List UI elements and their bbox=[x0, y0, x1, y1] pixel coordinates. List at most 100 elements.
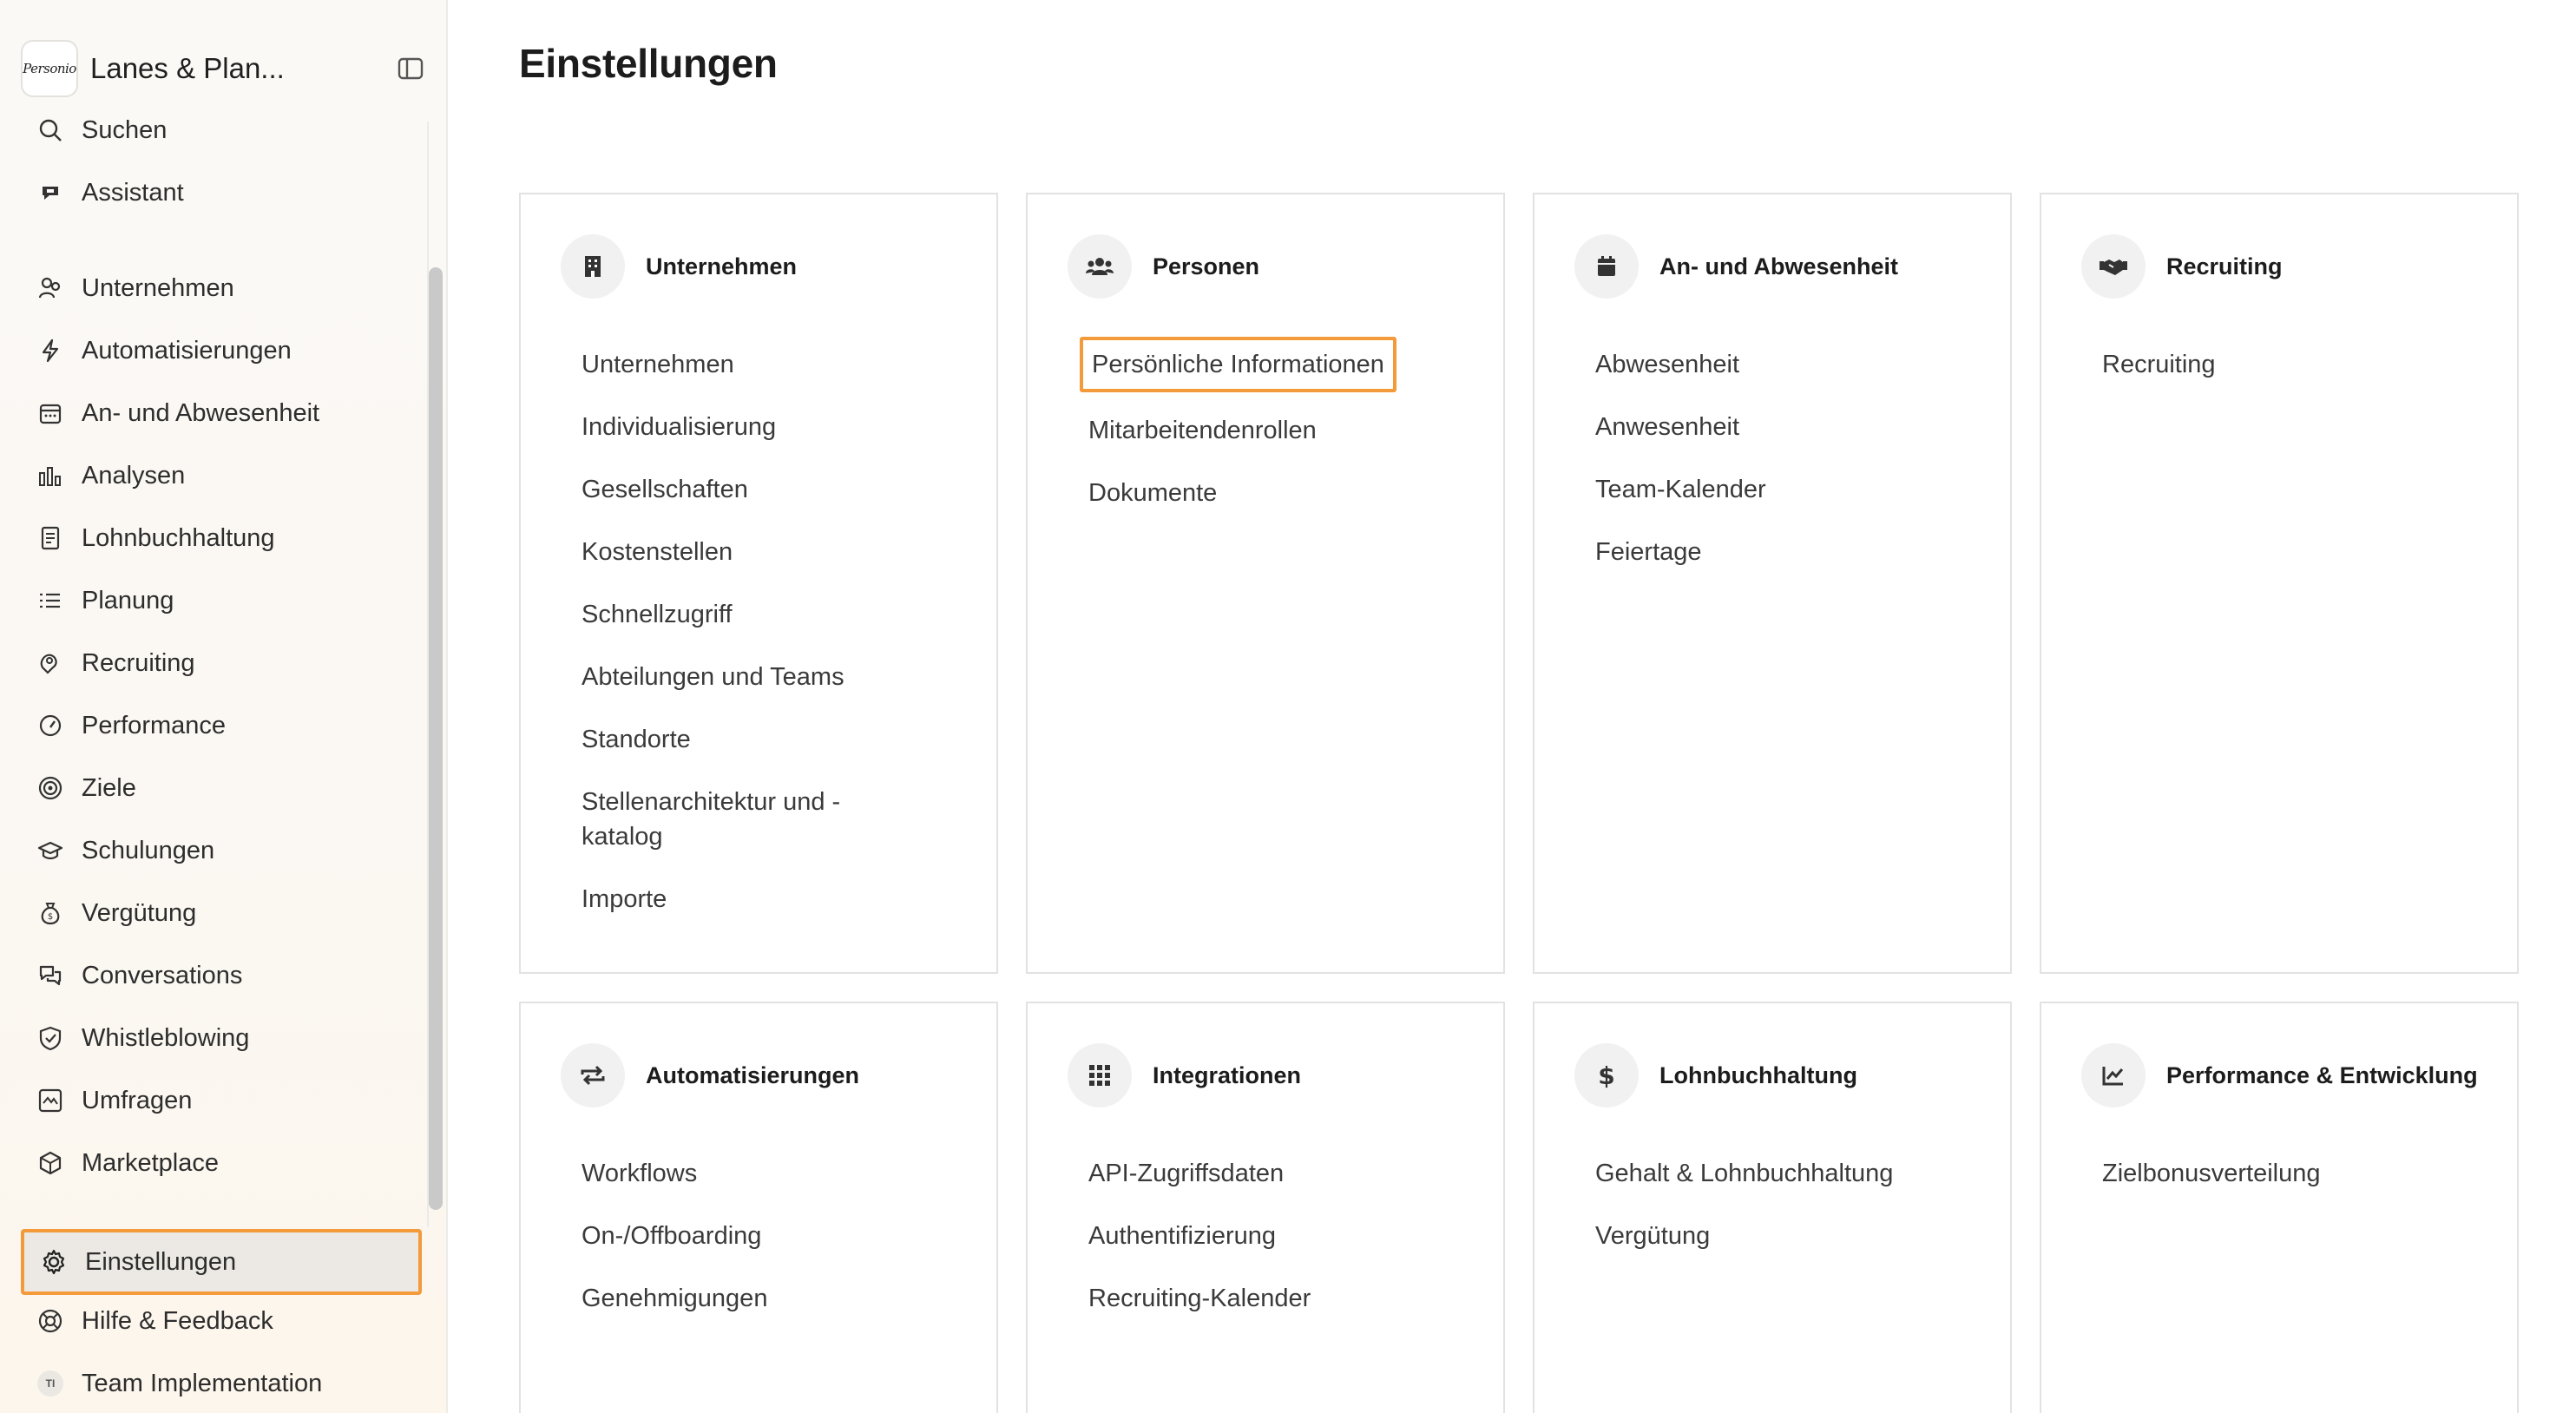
nav-item-recruiting[interactable]: Recruiting bbox=[21, 637, 422, 689]
settings-card-integrationen: Integrationen API-Zugriffsdaten Authenti… bbox=[1026, 1002, 1505, 1413]
workspace-header[interactable]: Personio Lanes & Plan... bbox=[21, 40, 429, 97]
settings-card-recruiting: Recruiting Recruiting bbox=[2040, 193, 2519, 974]
company-logo: Personio bbox=[21, 40, 78, 97]
nav-item-analysen[interactable]: Analysen bbox=[21, 450, 422, 502]
nav-item-automatisierungen[interactable]: Automatisierungen bbox=[21, 325, 422, 377]
svg-text:$: $ bbox=[1598, 1061, 1614, 1089]
settings-link-schnellzugriff[interactable]: Schnellzugriff bbox=[573, 597, 972, 632]
svg-text:$: $ bbox=[48, 912, 53, 922]
target-icon bbox=[35, 772, 66, 804]
settings-link-team-kalender[interactable]: Team-Kalender bbox=[1587, 472, 1986, 507]
settings-link-kostenstellen[interactable]: Kostenstellen bbox=[573, 535, 972, 569]
settings-link-abwesenheit[interactable]: Abwesenheit bbox=[1587, 347, 1986, 382]
settings-card-unternehmen: Unternehmen Unternehmen Individualisieru… bbox=[519, 193, 998, 974]
settings-link-anwesenheit[interactable]: Anwesenheit bbox=[1587, 410, 1986, 444]
nav-label: Assistant bbox=[82, 178, 184, 207]
nav-item-whistleblowing[interactable]: Whistleblowing bbox=[21, 1012, 422, 1064]
nav-label: Suchen bbox=[82, 115, 168, 144]
recruiting-icon bbox=[35, 647, 66, 679]
settings-link-persoenliche-informationen[interactable]: Persönliche Informationen bbox=[1080, 337, 1396, 392]
sidebar-scrollbar[interactable] bbox=[429, 267, 443, 1210]
nav-item-unternehmen[interactable]: Unternehmen bbox=[21, 262, 422, 314]
money-bag-icon: $ bbox=[35, 897, 66, 929]
nav-item-schulungen[interactable]: Schulungen bbox=[21, 825, 422, 877]
calendar-filled-icon bbox=[1574, 234, 1639, 299]
nav-item-planung[interactable]: Planung bbox=[21, 575, 422, 627]
nav-label: Analysen bbox=[82, 461, 186, 490]
avatar-icon: TI bbox=[35, 1368, 66, 1399]
settings-link-standorte[interactable]: Standorte bbox=[573, 722, 972, 757]
settings-link-mitarbeitendenrollen[interactable]: Mitarbeitendenrollen bbox=[1080, 413, 1479, 448]
settings-card-lohnbuchhaltung: $ Lohnbuchhaltung Gehalt & Lohnbuchhaltu… bbox=[1533, 1002, 2012, 1413]
gear-icon bbox=[38, 1246, 69, 1278]
settings-link-recruiting-kalender[interactable]: Recruiting-Kalender bbox=[1080, 1281, 1479, 1316]
nav-label: Automatisierungen bbox=[82, 336, 292, 365]
nav-item-abwesenheit[interactable]: An- und Abwesenheit bbox=[21, 387, 422, 439]
nav-item-assistant[interactable]: Assistant bbox=[21, 167, 422, 219]
link-line: katalog bbox=[582, 823, 663, 851]
lifebuoy-icon bbox=[35, 1305, 66, 1337]
settings-link-api-zugriffsdaten[interactable]: API-Zugriffsdaten bbox=[1080, 1156, 1479, 1191]
chat-icon bbox=[35, 960, 66, 991]
nav-item-marketplace[interactable]: Marketplace bbox=[21, 1137, 422, 1189]
nav-label: Unternehmen bbox=[82, 273, 234, 302]
nav-item-lohnbuchhaltung[interactable]: Lohnbuchhaltung bbox=[21, 512, 422, 564]
nav-label: Whistleblowing bbox=[82, 1023, 250, 1052]
settings-link-dokumente[interactable]: Dokumente bbox=[1080, 476, 1479, 510]
settings-link-zielbonusverteilung[interactable]: Zielbonusverteilung bbox=[2093, 1156, 2493, 1191]
nav-label: Recruiting bbox=[82, 648, 195, 677]
nav-item-verguetung[interactable]: $ Vergütung bbox=[21, 887, 422, 939]
link-line: Stellenarchitektur und - bbox=[582, 788, 841, 816]
settings-link-workflows[interactable]: Workflows bbox=[573, 1156, 972, 1191]
calendar-icon bbox=[35, 398, 66, 429]
nav-label: Ziele bbox=[82, 773, 136, 802]
settings-card-abwesenheit: An- und Abwesenheit Abwesenheit Anwesenh… bbox=[1533, 193, 2012, 974]
nav-label: Umfragen bbox=[82, 1086, 193, 1114]
nav-label: Marketplace bbox=[82, 1148, 219, 1177]
nav-label: Performance bbox=[82, 711, 227, 739]
settings-link-individualisierung[interactable]: Individualisierung bbox=[573, 410, 972, 444]
gauge-icon bbox=[35, 710, 66, 741]
trend-chart-icon bbox=[2081, 1043, 2146, 1107]
sidebar: Personio Lanes & Plan... Suchen Assistan… bbox=[0, 0, 448, 1413]
card-title: Unternehmen bbox=[646, 253, 798, 279]
nav-label: Conversations bbox=[82, 961, 243, 989]
nav-label: An- und Abwesenheit bbox=[82, 398, 320, 427]
nav-label: Planung bbox=[82, 586, 174, 614]
handshake-icon bbox=[2081, 234, 2146, 299]
settings-link-gesellschaften[interactable]: Gesellschaften bbox=[573, 472, 972, 507]
card-title: Recruiting bbox=[2166, 253, 2283, 279]
avatar: TI bbox=[37, 1370, 63, 1397]
settings-link-onboarding[interactable]: On-/Offboarding bbox=[573, 1219, 972, 1253]
settings-link-genehmigungen[interactable]: Genehmigungen bbox=[573, 1281, 972, 1316]
card-title: Integrationen bbox=[1153, 1061, 1302, 1088]
nav-label: Hilfe & Feedback bbox=[82, 1306, 273, 1335]
graduation-cap-icon bbox=[35, 835, 66, 866]
settings-link-gehalt[interactable]: Gehalt & Lohnbuchhaltung bbox=[1587, 1156, 1986, 1191]
nav-item-team-implementation[interactable]: TI Team Implementation bbox=[21, 1357, 422, 1410]
settings-link-stellenarchitektur[interactable]: Stellenarchitektur und - katalog bbox=[573, 785, 972, 854]
card-title: Personen bbox=[1153, 253, 1260, 279]
sidebar-toggle-icon[interactable] bbox=[396, 54, 425, 83]
page-title: Einstellungen bbox=[519, 41, 778, 86]
list-icon bbox=[35, 585, 66, 616]
settings-link-verguetung[interactable]: Vergütung bbox=[1587, 1219, 1986, 1253]
settings-link-importe[interactable]: Importe bbox=[573, 882, 972, 917]
settings-link-authentifizierung[interactable]: Authentifizierung bbox=[1080, 1219, 1479, 1253]
nav-item-performance[interactable]: Performance bbox=[21, 700, 422, 752]
payroll-icon bbox=[35, 522, 66, 554]
nav-item-umfragen[interactable]: Umfragen bbox=[21, 1075, 422, 1127]
nav-item-hilfe[interactable]: Hilfe & Feedback bbox=[21, 1295, 422, 1347]
settings-link-feiertage[interactable]: Feiertage bbox=[1587, 535, 1986, 569]
nav-label: Team Implementation bbox=[82, 1369, 323, 1397]
nav-item-conversations[interactable]: Conversations bbox=[21, 950, 422, 1002]
settings-link-abteilungen-teams[interactable]: Abteilungen und Teams bbox=[573, 660, 972, 694]
nav-item-einstellungen[interactable]: Einstellungen bbox=[21, 1229, 422, 1295]
settings-card-personen: Personen Persönliche Informationen Mitar… bbox=[1026, 193, 1505, 974]
settings-link-unternehmen[interactable]: Unternehmen bbox=[573, 347, 972, 382]
card-title: An- und Abwesenheit bbox=[1659, 253, 1898, 279]
company-name: Lanes & Plan... bbox=[90, 52, 285, 84]
nav-item-search[interactable]: Suchen bbox=[21, 104, 422, 156]
settings-link-recruiting[interactable]: Recruiting bbox=[2093, 347, 2493, 382]
nav-item-ziele[interactable]: Ziele bbox=[21, 762, 422, 814]
